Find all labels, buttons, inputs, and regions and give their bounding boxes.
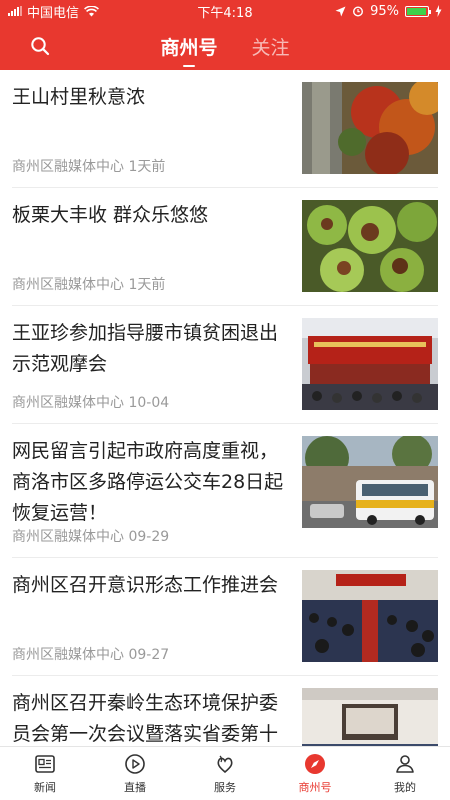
news-thumbnail <box>302 688 438 746</box>
tabbar-label: 商州号 <box>298 781 332 794</box>
news-meta: 商州区融媒体中心 1天前 <box>12 274 165 294</box>
status-time: 下午4:18 <box>197 5 253 21</box>
news-meta: 商州区融媒体中心 09-29 <box>12 526 169 546</box>
news-time: 09-27 <box>128 647 170 663</box>
tabbar-label: 服务 <box>214 781 236 794</box>
signal-icon <box>8 6 22 16</box>
news-meta: 商州区融媒体中心 09-27 <box>12 644 169 664</box>
service-icon <box>217 755 233 774</box>
battery-icon <box>405 5 431 17</box>
news-time: 1天前 <box>128 159 166 175</box>
news-thumbnail <box>302 318 438 410</box>
tabbar-item-news[interactable]: 新闻 <box>0 747 90 800</box>
news-source: 商州区融媒体中心 <box>12 395 124 411</box>
bottom-tabbar: 新闻 直播 服务 商州号 我的 <box>0 746 450 800</box>
play-icon <box>125 754 145 774</box>
news-time: 1天前 <box>128 277 166 293</box>
news-source: 商州区融媒体中心 <box>12 277 124 293</box>
news-icon <box>35 755 55 773</box>
status-bar: 中国电信 下午4:18 95% <box>0 0 450 22</box>
news-meta: 商州区融媒体中心 1天前 <box>12 156 165 176</box>
tabbar-item-mine[interactable]: 我的 <box>360 747 450 800</box>
news-title: 网民留言引起市政府高度重视，商洛市区多路停运公交车28日起恢复运营！ <box>12 440 284 524</box>
news-item[interactable]: 板栗大丰收 群众乐悠悠 商州区融媒体中心 1天前 <box>12 188 438 306</box>
tabbar-label: 我的 <box>394 781 416 794</box>
compass-icon <box>305 754 325 774</box>
tabbar-item-service[interactable]: 服务 <box>180 747 270 800</box>
news-source: 商州区融媒体中心 <box>12 647 124 663</box>
news-title: 商州区召开秦岭生态环境保护委员会第一次会议暨落实省委第十巡视组反馈意见整改工作推… <box>12 692 279 745</box>
header-tabs: 商州号 关注 <box>160 33 290 67</box>
news-item[interactable]: 商州区召开秦岭生态环境保护委员会第一次会议暨落实省委第十巡视组反馈意见整改工作推… <box>12 676 438 746</box>
news-time: 10-04 <box>128 395 170 411</box>
tabbar-label: 直播 <box>124 781 146 794</box>
news-meta: 商州区融媒体中心 10-04 <box>12 392 169 412</box>
tabbar-item-shangzhouhao[interactable]: 商州号 <box>270 747 360 800</box>
news-thumbnail <box>302 570 438 662</box>
news-thumbnail <box>302 82 438 174</box>
news-title: 王亚珍参加指导腰市镇贫困退出示范观摩会 <box>12 322 279 375</box>
alarm-icon <box>353 6 364 17</box>
news-thumbnail <box>302 200 438 292</box>
news-title: 板栗大丰收 群众乐悠悠 <box>12 204 209 226</box>
news-item[interactable]: 王亚珍参加指导腰市镇贫困退出示范观摩会 商州区融媒体中心 10-04 <box>12 306 438 424</box>
news-item[interactable]: 商州区召开意识形态工作推进会 商州区融媒体中心 09-27 <box>12 558 438 676</box>
charging-icon <box>435 5 442 17</box>
user-icon <box>396 755 414 773</box>
tabbar-item-live[interactable]: 直播 <box>90 747 180 800</box>
news-title: 王山村里秋意浓 <box>12 86 146 108</box>
news-thumbnail <box>302 436 438 528</box>
news-feed: 王山村里秋意浓 商州区融媒体中心 1天前 板栗大丰收 群众乐悠悠 商州区融媒体中… <box>0 70 450 746</box>
location-arrow-icon <box>335 6 346 16</box>
news-source: 商州区融媒体中心 <box>12 529 124 545</box>
tab-shangzhouhao[interactable]: 商州号 <box>160 33 218 67</box>
carrier-label: 中国电信 <box>27 5 80 21</box>
search-icon[interactable] <box>30 36 50 56</box>
news-title: 商州区召开意识形态工作推进会 <box>12 574 279 596</box>
news-item[interactable]: 网民留言引起市政府高度重视，商洛市区多路停运公交车28日起恢复运营！ 商州区融媒… <box>12 424 438 558</box>
wifi-icon <box>84 5 99 16</box>
tabbar-label: 新闻 <box>34 781 56 794</box>
news-source: 商州区融媒体中心 <box>12 159 124 175</box>
news-item[interactable]: 王山村里秋意浓 商州区融媒体中心 1天前 <box>12 70 438 188</box>
battery-percent: 95% <box>370 3 399 19</box>
tab-follow[interactable]: 关注 <box>252 33 290 60</box>
app-header: 商州号 关注 <box>0 22 450 70</box>
news-time: 09-29 <box>128 529 170 545</box>
